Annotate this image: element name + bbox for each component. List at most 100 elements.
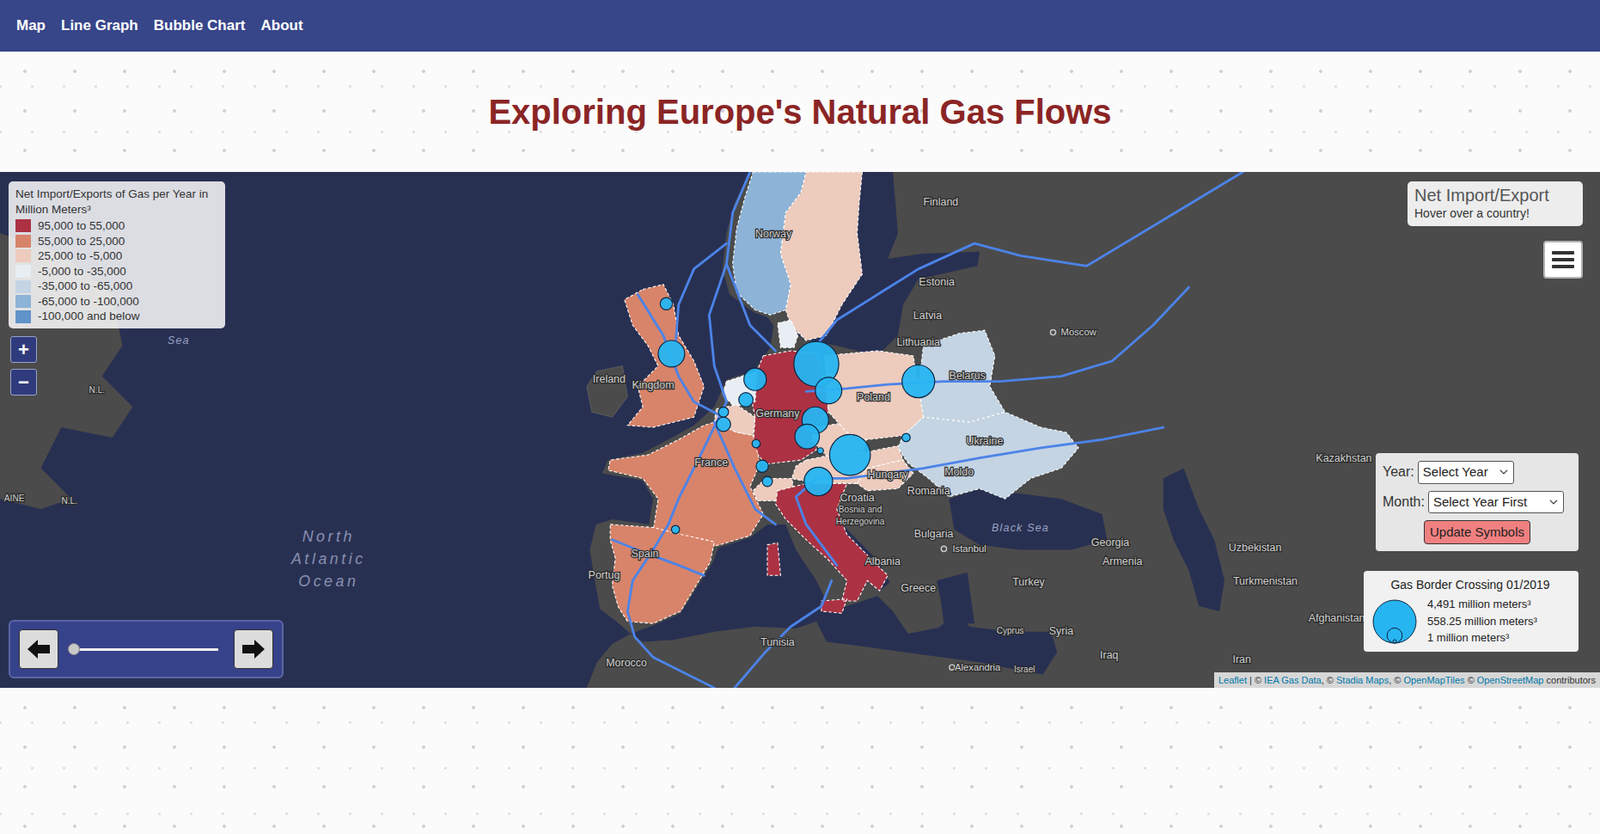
next-button[interactable]: [233, 629, 274, 669]
date-controls: Year:Select YearMonth:Select Year FirstU…: [1375, 452, 1579, 551]
attribution-text: | ©: [1246, 674, 1265, 685]
nav-link[interactable]: Line Graph: [53, 14, 147, 37]
border-crossing-bubble[interactable]: [659, 297, 672, 310]
nav-links: MapLine GraphBubble ChartAbout: [8, 14, 312, 37]
map-canvas[interactable]: FinlandEstoniaLatviaLithuaniaMoscowBelar…: [0, 171, 1600, 688]
country-area[interactable]: [624, 284, 705, 428]
choropleth-legend: Net Import/Exports of Gas per Year in Mi…: [8, 181, 226, 329]
previous-button[interactable]: [18, 629, 59, 669]
map-label: Moscow: [1061, 326, 1098, 337]
right-arrow-icon: [240, 637, 267, 660]
map-attribution: Leaflet | © IEA Gas Data, © Stadia Maps,…: [1214, 671, 1600, 689]
border-crossing-bubble[interactable]: [829, 433, 871, 476]
map-label: Spain: [631, 547, 660, 560]
map-label: Iraq: [1099, 648, 1119, 661]
map-label: Black Sea: [991, 521, 1050, 534]
pipeline: [734, 580, 832, 688]
month-select[interactable]: Select Year First: [1428, 490, 1564, 514]
border-crossing-bubble[interactable]: [718, 406, 729, 417]
attribution-link[interactable]: OpenMapTiles: [1403, 674, 1465, 685]
country-area[interactable]: [777, 319, 799, 348]
border-crossing-bubble[interactable]: [794, 423, 820, 449]
country-area[interactable]: [610, 524, 715, 623]
legend-row: 25,000 to -5,000: [15, 248, 219, 264]
border-crossing-bubble[interactable]: [902, 365, 935, 398]
border-crossing-bubble[interactable]: [815, 377, 843, 404]
country-area[interactable]: [780, 171, 862, 341]
map-label: Estonia: [918, 275, 955, 288]
time-slider-track[interactable]: [73, 647, 219, 651]
time-slider-knob[interactable]: [67, 642, 80, 655]
map-label: Kazakhstan: [1315, 451, 1372, 465]
border-crossing-bubble[interactable]: [658, 340, 685, 367]
border-crossing-bubble[interactable]: [671, 525, 680, 534]
city-dot: [1050, 329, 1056, 335]
map-label: Portug: [588, 568, 621, 581]
symbol-legend-label: 4,491 million meters³: [1427, 595, 1538, 613]
year-select[interactable]: Select Year: [1417, 460, 1515, 484]
nav-link[interactable]: Map: [8, 14, 54, 37]
border-crossing-bubble[interactable]: [751, 439, 761, 448]
attribution-link[interactable]: OpenStreetMap: [1477, 674, 1545, 685]
zoom-out-button[interactable]: −: [10, 368, 37, 396]
attribution-link[interactable]: Stadia Maps: [1336, 674, 1389, 685]
attribution-text: ©: [1465, 674, 1478, 685]
map-label: N.L.: [61, 495, 78, 506]
legend-row: -35,000 to -65,000: [15, 278, 219, 294]
pipeline: [816, 171, 1243, 346]
country-area[interactable]: [714, 404, 756, 436]
legend-circle: [1373, 599, 1417, 643]
border-crossing-bubble[interactable]: [902, 433, 911, 442]
left-arrow-icon: [25, 637, 52, 660]
symbol-legend: Gas Border Crossing 01/20194,491 million…: [1363, 570, 1579, 652]
zoom-control: +−: [10, 335, 37, 396]
border-crossing-bubble[interactable]: [744, 367, 767, 391]
border-crossing-bubble[interactable]: [804, 466, 833, 495]
legend-swatch: [15, 280, 31, 294]
nav-link[interactable]: About: [252, 14, 311, 37]
city-dot: [940, 545, 947, 551]
border-crossing-bubble[interactable]: [716, 416, 732, 432]
map-label: Iran: [1232, 653, 1252, 666]
nav-link[interactable]: Bubble Chart: [146, 14, 254, 37]
map-label: North: [302, 527, 355, 545]
symbol-legend-label: 1 million meters³: [1427, 629, 1538, 647]
map-label: Istanbul: [952, 543, 986, 554]
legend-swatch: [15, 294, 31, 308]
legend-row: -65,000 to -100,000: [15, 293, 219, 310]
attribution-link[interactable]: IEA Gas Data: [1264, 674, 1322, 685]
legend-row: 95,000 to 55,000: [15, 218, 219, 234]
map-label: Turkey: [1012, 575, 1045, 588]
map-label: Moldo: [944, 465, 974, 478]
map-label: Latvia: [913, 309, 942, 322]
map-label: Croatia: [839, 491, 874, 504]
map[interactable]: FinlandEstoniaLatviaLithuaniaMoscowBelar…: [0, 171, 1600, 688]
pipeline: [627, 401, 727, 688]
map-label: Greece: [900, 581, 936, 594]
symbol-legend-title: Gas Border Crossing 01/2019: [1368, 575, 1572, 594]
map-label: N.L.: [89, 384, 105, 395]
map-label: Belarus: [949, 369, 986, 382]
attribution-text: , ©: [1388, 674, 1404, 685]
symbol-legend-circles: [1368, 596, 1421, 645]
info-hint: Hover over a country!: [1414, 205, 1576, 221]
layer-menu-button[interactable]: [1543, 240, 1583, 279]
border-crossing-bubble[interactable]: [756, 459, 769, 472]
update-symbols-button[interactable]: Update Symbols: [1423, 519, 1531, 544]
legend-label: -35,000 to -65,000: [37, 278, 133, 294]
map-label: AINE: [4, 493, 25, 503]
map-label: Ireland: [592, 372, 626, 385]
legend-label: 55,000 to 25,000: [37, 233, 125, 250]
zoom-in-button[interactable]: +: [10, 335, 37, 363]
legend-swatch: [15, 264, 31, 278]
legend-row: -100,000 and below: [15, 308, 219, 324]
border-crossing-bubble[interactable]: [738, 392, 754, 408]
border-crossing-bubble[interactable]: [817, 447, 824, 454]
map-label: Kingdom: [631, 378, 674, 391]
border-crossing-bubble[interactable]: [762, 476, 773, 487]
legend-label: -100,000 and below: [37, 308, 141, 324]
map-label: Bosnia and: [838, 504, 882, 514]
map-label: Atlantic: [290, 549, 367, 568]
attribution-link[interactable]: Leaflet: [1218, 674, 1247, 685]
map-label: Finland: [922, 195, 959, 208]
